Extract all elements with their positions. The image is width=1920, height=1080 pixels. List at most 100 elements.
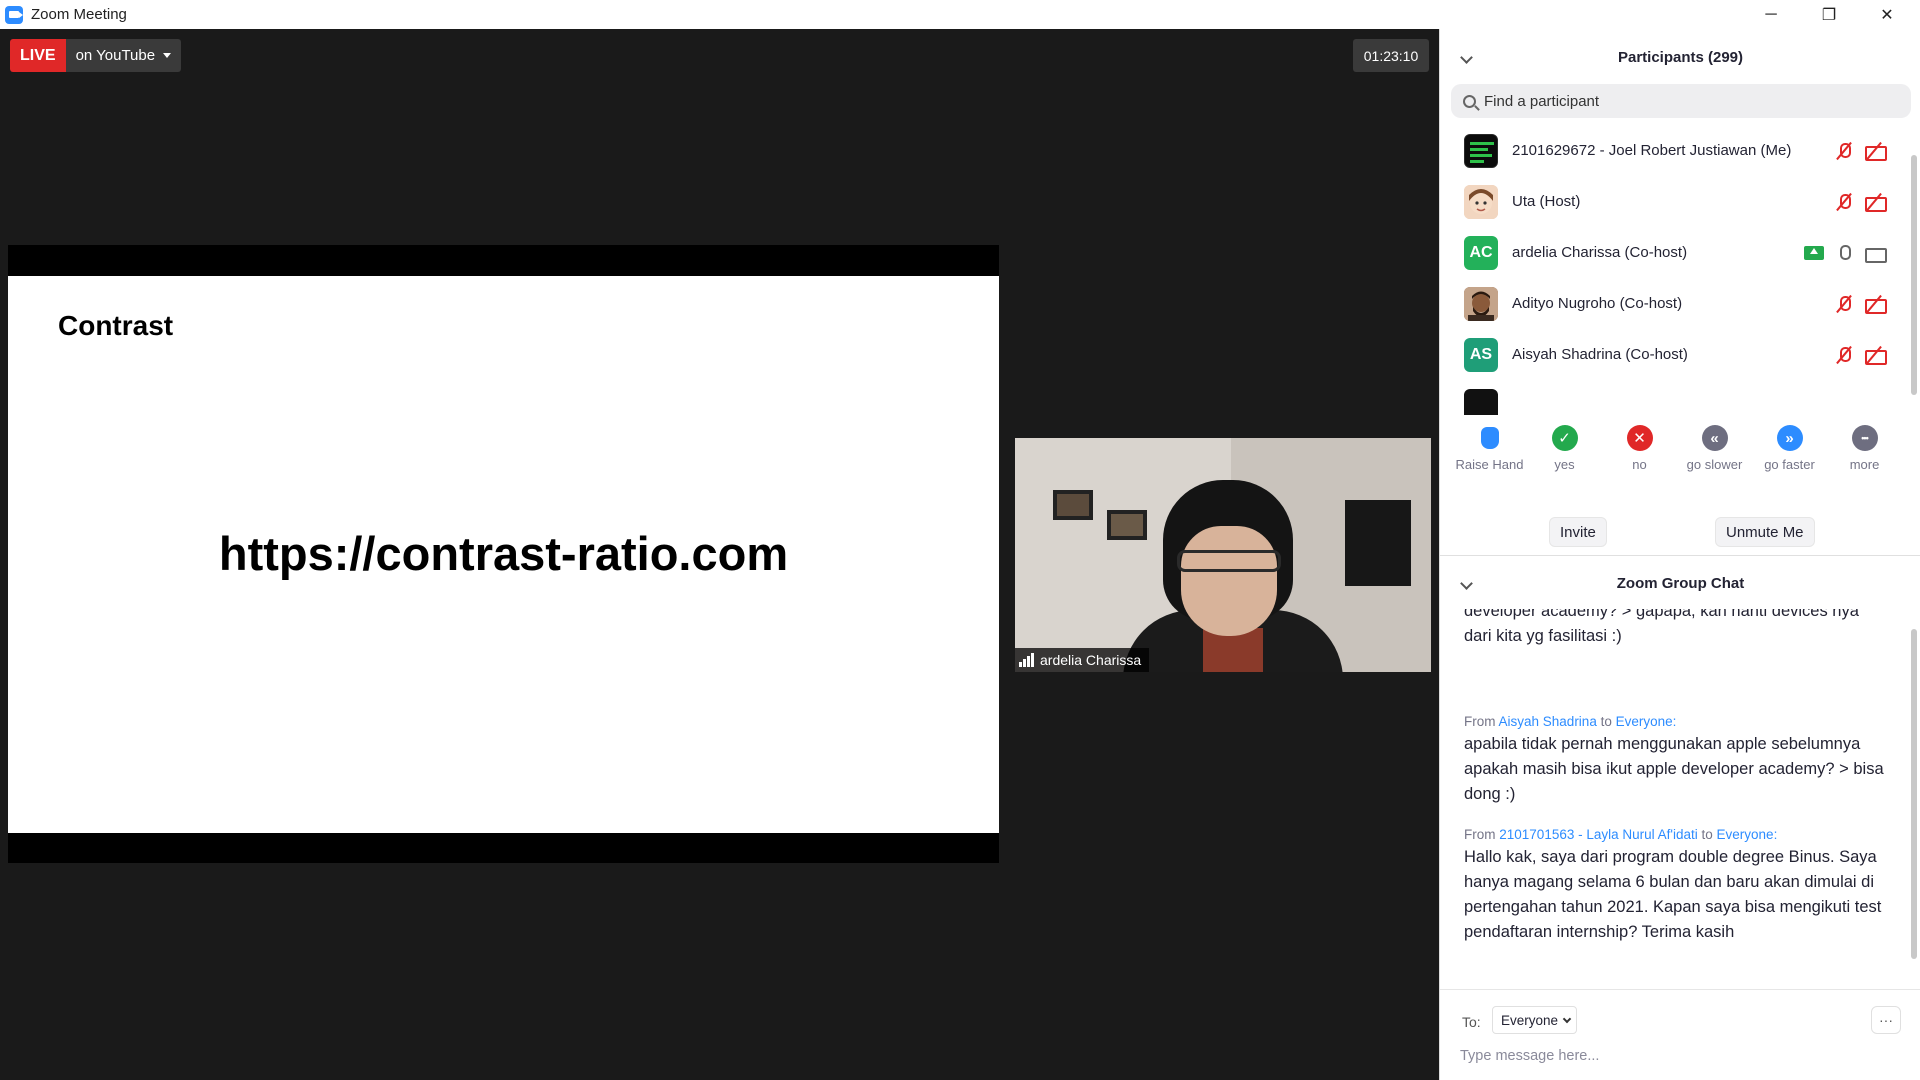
participant-video-tile[interactable]: ardelia Charissa <box>1015 438 1431 672</box>
live-stream-badge[interactable]: LIVE on YouTube <box>10 39 182 72</box>
caret-down-icon <box>163 53 172 58</box>
chat-more-button[interactable]: ··· <box>1871 1006 1901 1034</box>
live-platform-dropdown[interactable]: on YouTube <box>65 39 182 72</box>
presentation-slide: Contrast https://contrast-ratio.com <box>8 276 999 833</box>
chat-scrollbar[interactable] <box>1910 609 1918 979</box>
participant-row[interactable]: 2101629672 - Joel Robert Justiawan (Me) <box>1440 125 1910 176</box>
avatar <box>1464 133 1498 168</box>
participant-row[interactable] <box>1440 380 1910 415</box>
mic-muted-icon[interactable] <box>1834 295 1854 313</box>
meeting-timer: 01:23:10 <box>1353 39 1429 72</box>
mic-on-icon[interactable] <box>1834 244 1854 262</box>
video-off-icon[interactable] <box>1864 193 1887 212</box>
avatar: AS <box>1464 337 1498 372</box>
reaction-yes[interactable]: ✓ yes <box>1527 425 1602 505</box>
shared-screen: Contrast https://contrast-ratio.com <box>8 245 999 863</box>
participant-scrollbar[interactable] <box>1910 125 1918 415</box>
avatar <box>1464 286 1498 321</box>
chat-message-input[interactable] <box>1460 1042 1900 1070</box>
participant-row[interactable]: AC ardelia Charissa (Co-host) <box>1440 227 1910 278</box>
avatar <box>1464 184 1498 219</box>
maximize-button[interactable]: ❐ <box>1800 0 1858 29</box>
participant-actions: Invite Unmute Me <box>1440 505 1920 555</box>
participant-list: 2101629672 - Joel Robert Justiawan (Me) … <box>1440 125 1910 415</box>
unmute-me-button[interactable]: Unmute Me <box>1715 517 1815 547</box>
reaction-more[interactable]: ••• more <box>1827 425 1902 505</box>
participant-name: Aisyah Shadrina (Co-host) <box>1512 346 1688 363</box>
chat-sender[interactable]: Aisyah Shadrina <box>1499 714 1597 729</box>
avatar <box>1464 388 1498 415</box>
participant-name: ardelia Charissa (Co-host) <box>1512 244 1688 261</box>
chat-sender[interactable]: 2101701563 - Layla Nurul Af'idati <box>1499 827 1697 842</box>
slide-title: Contrast <box>58 310 174 341</box>
video-name-tag: ardelia Charissa <box>1015 648 1150 672</box>
participant-search-input[interactable] <box>1484 92 1884 110</box>
reactions-bar: Raise Hand ✓ yes ✕ no « go slower » go f… <box>1440 425 1920 505</box>
picture-frame <box>1107 510 1147 540</box>
chat-message-meta: From Aisyah Shadrina to Everyone: <box>1464 714 1677 729</box>
participant-row[interactable]: Adityo Nugroho (Co-host) <box>1440 278 1910 329</box>
live-platform-label: on YouTube <box>75 47 156 64</box>
picture-frame <box>1053 490 1093 520</box>
chat-message-text: developer academy? > gapapa, kan nanti d… <box>1464 609 1859 645</box>
mic-muted-icon[interactable] <box>1834 346 1854 364</box>
avatar: AC <box>1464 235 1498 270</box>
reaction-raise-hand[interactable]: Raise Hand <box>1452 425 1527 505</box>
chat-recipient[interactable]: Everyone: <box>1616 714 1677 729</box>
participant-face <box>1181 526 1277 636</box>
invite-button[interactable]: Invite <box>1549 517 1607 547</box>
chat-messages: developer academy? > gapapa, kan nanti d… <box>1440 609 1910 974</box>
chat-message-text: apabila tidak pernah menggunakan apple s… <box>1464 735 1884 803</box>
recipient-dropdown[interactable]: Everyone <box>1492 1006 1578 1034</box>
x-icon: ✕ <box>1626 425 1653 451</box>
video-participant-name: ardelia Charissa <box>1040 652 1142 668</box>
collapse-chevron-icon[interactable] <box>1460 50 1473 64</box>
zoom-app-icon <box>5 5 23 24</box>
chevron-down-icon <box>1562 1014 1572 1023</box>
search-icon <box>1463 94 1476 108</box>
avatar-image-icon <box>1464 184 1498 219</box>
tv <box>1345 500 1411 586</box>
rewind-icon: « <box>1701 425 1728 451</box>
participant-name: 2101629672 - Joel Robert Justiawan (Me) <box>1512 142 1792 159</box>
recipient-value: Everyone <box>1501 1012 1559 1028</box>
live-label: LIVE <box>10 39 66 72</box>
avatar-image-icon <box>1465 134 1497 167</box>
participant-search[interactable] <box>1451 84 1911 118</box>
forward-icon: » <box>1776 425 1803 451</box>
collapse-chevron-icon[interactable] <box>1460 576 1473 590</box>
reaction-go-faster[interactable]: » go faster <box>1752 425 1827 505</box>
hand-icon <box>1480 427 1499 449</box>
signal-strength-icon <box>1019 653 1034 667</box>
slide-url-text: https://contrast-ratio.com <box>218 527 789 580</box>
participant-name: Adityo Nugroho (Co-host) <box>1512 295 1683 312</box>
chat-message: developer academy? > gapapa, kan nanti d… <box>1464 609 1884 649</box>
video-off-icon[interactable] <box>1864 142 1887 161</box>
chat-recipient[interactable]: Everyone: <box>1717 827 1778 842</box>
close-button[interactable]: ✕ <box>1858 0 1916 29</box>
more-icon: ••• <box>1851 425 1878 451</box>
participants-header: Participants (299) <box>1440 29 1920 85</box>
avatar-image-icon <box>1464 286 1498 321</box>
participant-row[interactable]: Uta (Host) <box>1440 176 1910 227</box>
participants-title: Participants (299) <box>1617 48 1744 66</box>
meeting-area: LIVE on YouTube 01:23:10 Contrast https:… <box>0 29 1439 1080</box>
reaction-go-slower[interactable]: « go slower <box>1677 425 1752 505</box>
video-on-icon[interactable] <box>1864 244 1887 263</box>
chat-title: Zoom Group Chat <box>1616 574 1745 592</box>
title-bar: Zoom Meeting ─ ❐ ✕ <box>0 0 1920 29</box>
mic-muted-icon[interactable] <box>1834 193 1854 211</box>
check-icon: ✓ <box>1551 425 1578 451</box>
divider <box>1440 555 1920 556</box>
video-off-icon[interactable] <box>1864 295 1887 314</box>
video-off-icon[interactable] <box>1864 346 1887 365</box>
chat-message: From 2101701563 - Layla Nurul Af'idati t… <box>1464 827 1884 945</box>
chat-message-meta: From 2101701563 - Layla Nurul Af'idati t… <box>1464 827 1778 842</box>
screen-share-icon <box>1804 245 1824 260</box>
side-panel: Participants (299) 2101629672 - Joel Rob… <box>1439 29 1920 1080</box>
reaction-no[interactable]: ✕ no <box>1602 425 1677 505</box>
mic-muted-icon[interactable] <box>1834 142 1854 160</box>
chat-header: Zoom Group Chat <box>1440 557 1920 609</box>
participant-row[interactable]: AS Aisyah Shadrina (Co-host) <box>1440 329 1910 380</box>
minimize-button[interactable]: ─ <box>1742 0 1800 29</box>
